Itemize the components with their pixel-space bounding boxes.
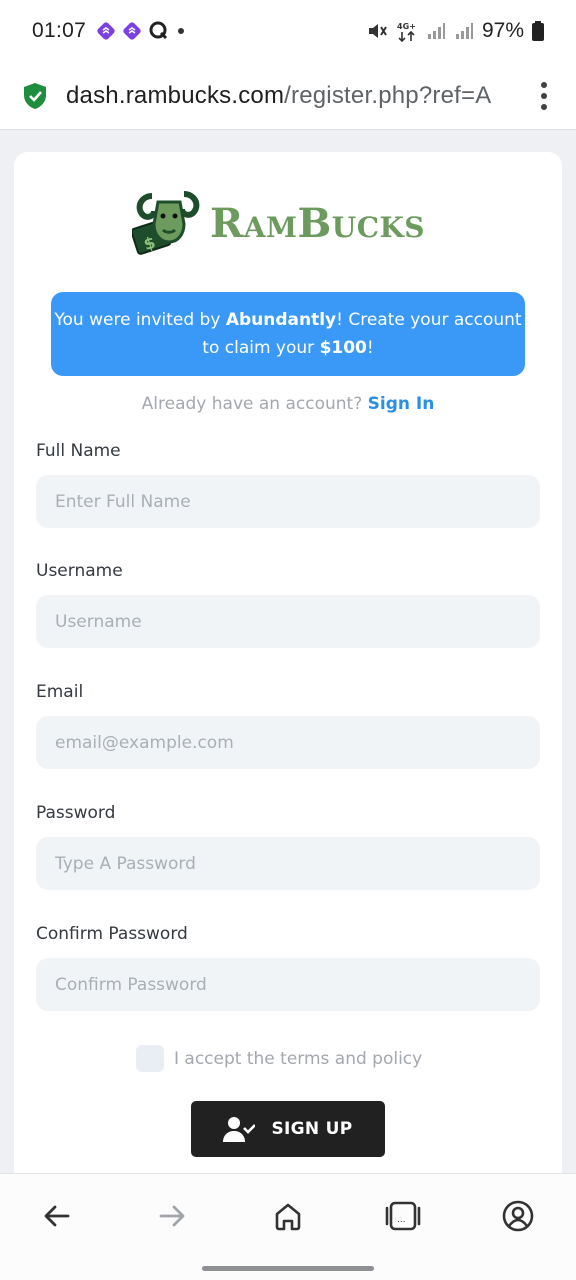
- tabs-button[interactable]: ...: [383, 1196, 423, 1236]
- url-text[interactable]: dash.rambucks.com/register.php?ref=A: [66, 82, 506, 110]
- quora-icon: [149, 21, 168, 40]
- confirm-password-label: Confirm Password: [36, 924, 188, 944]
- url-host: dash.rambucks.com: [66, 81, 285, 109]
- status-bar: 01:07 4G+ 97%: [0, 0, 576, 62]
- signal-icon: [427, 23, 445, 39]
- password-label: Password: [36, 803, 116, 823]
- user-check-icon: [223, 1117, 256, 1142]
- forward-icon: [159, 1205, 185, 1227]
- confirm-password-input[interactable]: [36, 958, 540, 1011]
- menu-icon[interactable]: [534, 81, 554, 110]
- full-name-label: Full Name: [36, 441, 121, 461]
- account-button[interactable]: [498, 1196, 538, 1236]
- gesture-handle[interactable]: [202, 1266, 374, 1271]
- sign-up-label: SIGN UP: [271, 1119, 353, 1139]
- forward-button[interactable]: [152, 1196, 192, 1236]
- invite-amount: $100: [319, 338, 367, 358]
- tabs-icon: ...: [385, 1201, 421, 1231]
- invite-banner: You were invited by Abundantly! Create y…: [51, 292, 525, 376]
- network-icon: 4G+: [397, 22, 416, 43]
- terms-row: I accept the terms and policy: [136, 1045, 422, 1072]
- browser-bottom-nav: ...: [0, 1173, 576, 1280]
- home-button[interactable]: [268, 1196, 308, 1236]
- password-input[interactable]: [36, 837, 540, 890]
- svg-text:4G+: 4G+: [397, 22, 416, 31]
- svg-text:...: ...: [397, 1215, 406, 1225]
- address-bar[interactable]: dash.rambucks.com/register.php?ref=A: [0, 62, 576, 130]
- signin-row: Already have an account? Sign In: [14, 394, 562, 414]
- invite-suffix: !: [366, 338, 374, 358]
- username-label: Username: [36, 561, 123, 581]
- inviter-name: Abundantly: [225, 310, 337, 330]
- app-notification-icon: [97, 22, 115, 40]
- full-name-input[interactable]: [36, 475, 540, 528]
- status-time: 01:07: [32, 19, 87, 42]
- signal-icon: [455, 23, 473, 39]
- email-label: Email: [36, 682, 84, 702]
- account-icon: [502, 1200, 534, 1232]
- register-card: $ RamBucks You were invited by Abundantl…: [14, 152, 562, 1192]
- dot-icon: [178, 28, 185, 34]
- email-input[interactable]: [36, 716, 540, 769]
- terms-label: I accept the terms and policy: [174, 1048, 423, 1069]
- battery-percent: 97%: [481, 19, 524, 42]
- logo: $ RamBucks: [132, 188, 452, 258]
- ram-logo-icon: $: [132, 191, 200, 255]
- terms-checkbox[interactable]: [136, 1045, 164, 1072]
- mute-icon: [368, 24, 387, 38]
- sign-up-button[interactable]: SIGN UP: [191, 1101, 385, 1157]
- url-path: /register.php?ref=A: [284, 81, 492, 109]
- signin-prompt: Already have an account?: [141, 394, 363, 414]
- shield-icon[interactable]: [22, 82, 48, 110]
- username-input[interactable]: [36, 595, 540, 648]
- home-icon: [275, 1203, 301, 1231]
- battery-icon: [532, 21, 544, 41]
- back-icon: [44, 1205, 70, 1227]
- back-button[interactable]: [37, 1196, 77, 1236]
- invite-prefix: You were invited by: [54, 310, 226, 330]
- signin-link[interactable]: Sign In: [368, 394, 435, 414]
- notification-icons: [96, 20, 186, 42]
- brand-name: RamBucks: [210, 199, 426, 247]
- app-notification-icon: [123, 22, 141, 40]
